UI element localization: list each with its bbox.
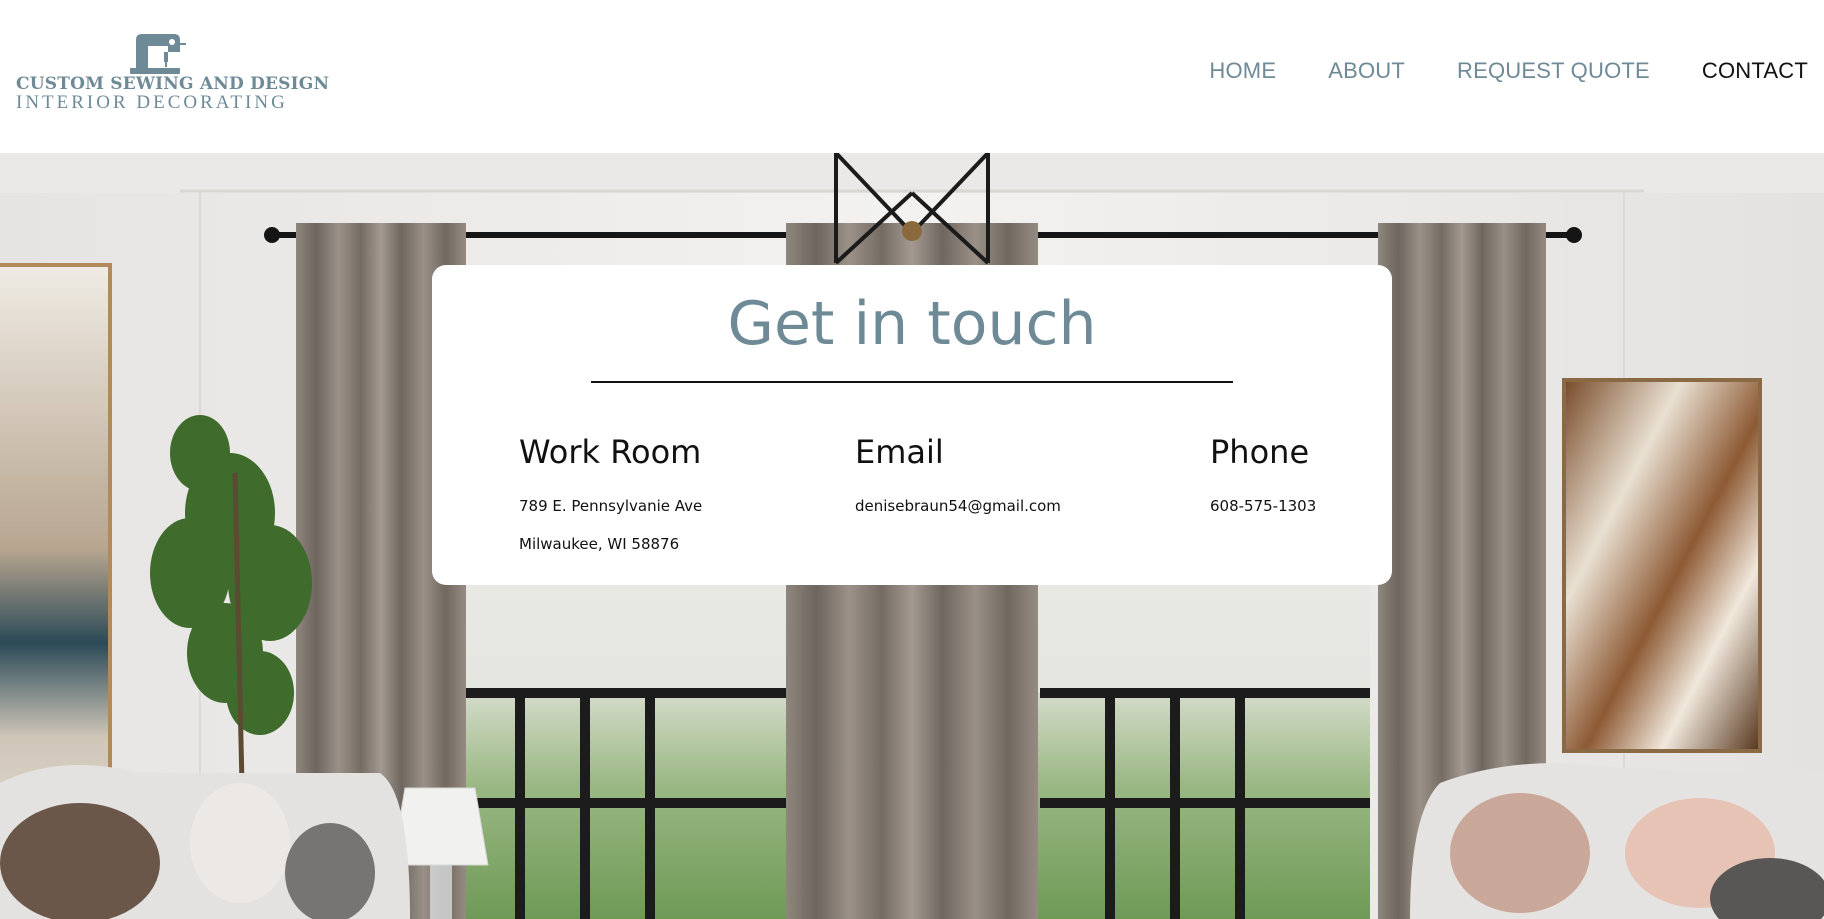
nav-about[interactable]: ABOUT [1328, 58, 1405, 84]
nav-contact[interactable]: CONTACT [1702, 58, 1808, 84]
work-room-heading: Work Room [519, 433, 702, 471]
phone-number[interactable]: 608-575-1303 [1210, 497, 1316, 515]
email-address[interactable]: denisebraun54@gmail.com [855, 497, 1061, 515]
work-room-column: Work Room 789 E. Pennsylvanie Ave Milwau… [519, 433, 702, 553]
site-header: CUSTOM SEWING AND DESIGN INTERIOR DECORA… [0, 0, 1824, 153]
title-divider [591, 381, 1233, 383]
contact-card: Get in touch Work Room 789 E. Pennsylvan… [432, 265, 1392, 585]
phone-column: Phone 608-575-1303 [1210, 433, 1316, 515]
logo-title: CUSTOM SEWING AND DESIGN [16, 74, 330, 94]
logo-subtitle: INTERIOR DECORATING [16, 92, 288, 113]
email-heading: Email [855, 433, 944, 471]
site-logo[interactable]: CUSTOM SEWING AND DESIGN INTERIOR DECORA… [16, 30, 330, 116]
email-column: Email denisebraun54@gmail.com [855, 433, 1061, 515]
work-room-address-line1: 789 E. Pennsylvanie Ave [519, 497, 703, 515]
contact-title: Get in touch [727, 289, 1097, 359]
work-room-address-line2: Milwaukee, WI 58876 [519, 535, 680, 553]
nav-request-quote[interactable]: REQUEST QUOTE [1457, 58, 1650, 84]
phone-heading: Phone [1210, 433, 1310, 471]
nav-home[interactable]: HOME [1209, 58, 1276, 84]
main-nav: HOME ABOUT REQUEST QUOTE CONTACT [1209, 58, 1808, 84]
sewing-machine-icon [130, 34, 186, 74]
